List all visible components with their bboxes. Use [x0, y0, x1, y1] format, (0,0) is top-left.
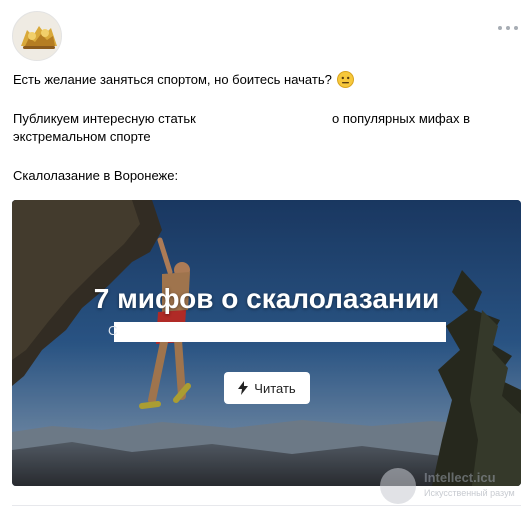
more-options-button[interactable]: [496, 22, 520, 34]
watermark: Intellect.icu Искусственный разум: [380, 468, 528, 508]
watermark-tagline: Искусственный разум: [424, 488, 515, 498]
hidden-link[interactable]: [200, 110, 326, 128]
post-text-line-2a: Публикуем интересную статьк: [13, 111, 196, 126]
neutral-face-emoji-icon: [337, 71, 354, 88]
more-dot: [514, 26, 518, 30]
lightning-icon: [238, 381, 249, 395]
post-divider: [12, 505, 521, 506]
watermark-name: Intellect.icu: [424, 470, 496, 485]
read-button-label: Читать: [254, 380, 296, 396]
card-subtitle: С: [108, 322, 446, 342]
post: Есть желание заняться спортом, но боитес…: [0, 0, 530, 510]
card-subtitle-prefix: С: [108, 323, 118, 338]
more-dot: [506, 26, 510, 30]
post-text-line-2b: о популярных мифах в: [332, 111, 470, 126]
watermark-logo-icon: [380, 468, 416, 504]
group-avatar[interactable]: [12, 11, 62, 61]
group-logo-icon: [13, 12, 61, 60]
post-text-line-4: Скалолазание в Воронеже:: [13, 168, 179, 183]
card-title: 7 мифов о скалолазании: [93, 283, 440, 314]
more-dots-icon: [498, 26, 502, 30]
rock-climber-photo: [12, 200, 521, 486]
post-text-line-3: экстремальном спорте: [13, 129, 151, 144]
post-text-line-1: Есть желание заняться спортом, но боитес…: [13, 72, 332, 87]
article-card[interactable]: 7 мифов о скалолазании С Читать: [12, 200, 521, 486]
read-button[interactable]: Читать: [224, 372, 310, 404]
